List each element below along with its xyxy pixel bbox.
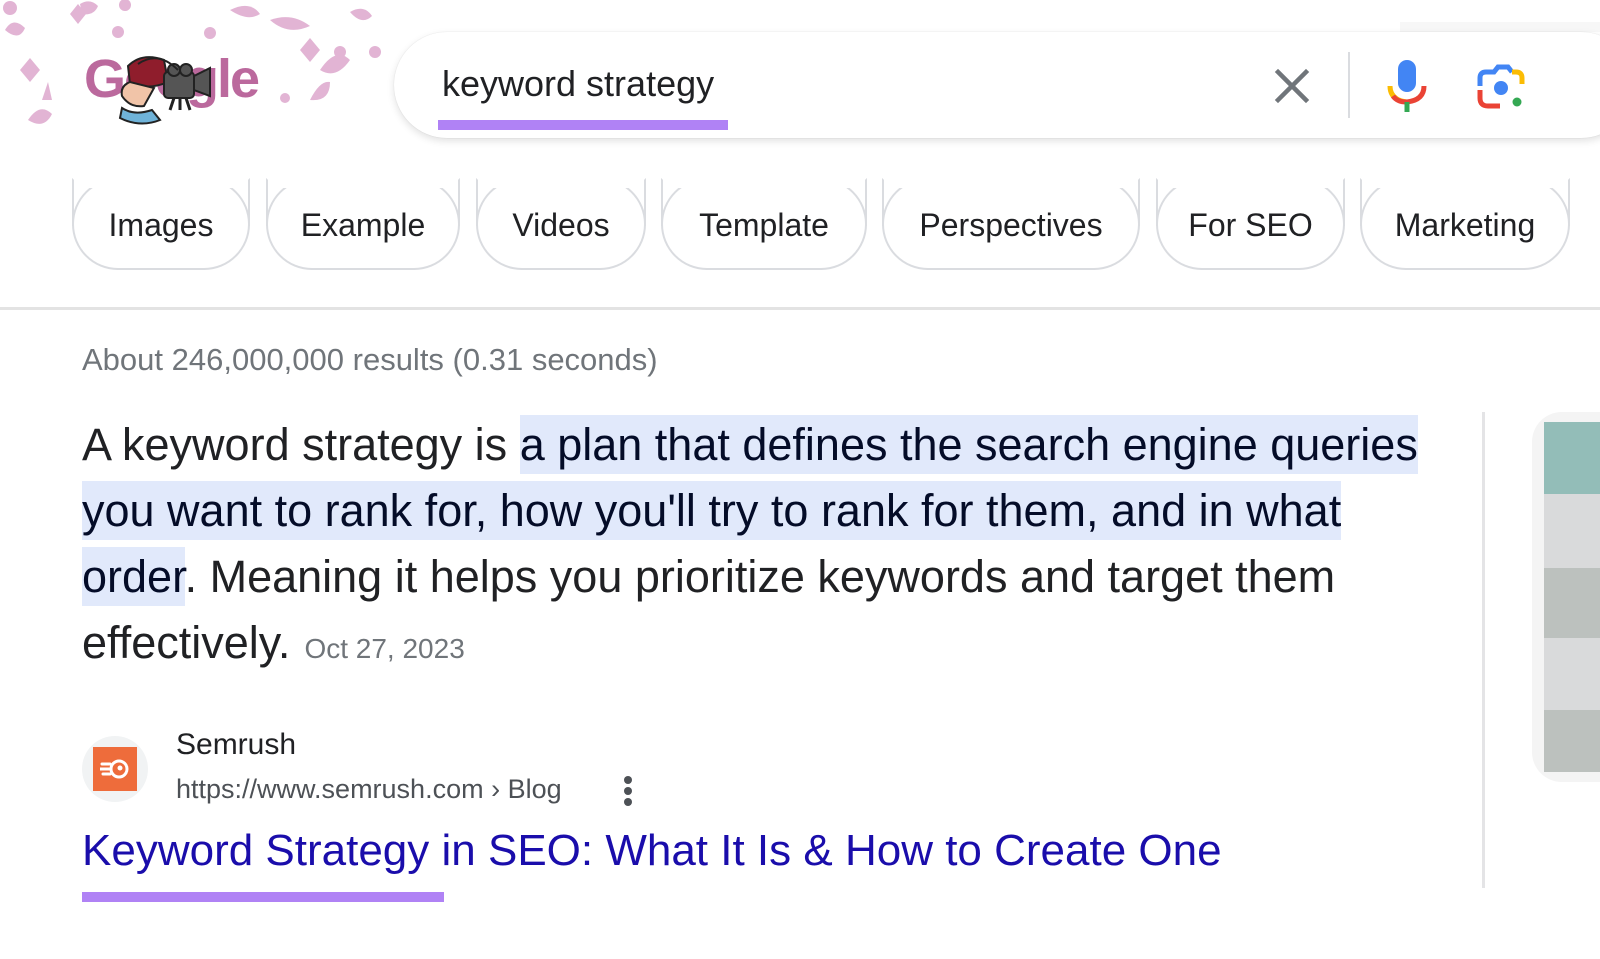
dot-icon — [624, 776, 632, 784]
image-block — [1544, 422, 1600, 494]
chip-for-seo[interactable]: For SEO — [1156, 178, 1345, 270]
chip-images[interactable]: Images — [72, 178, 250, 270]
column-divider — [1482, 412, 1485, 888]
site-url[interactable]: https://www.semrush.com › Blog — [176, 774, 562, 805]
clear-search-button[interactable] — [1268, 62, 1316, 110]
chip-template[interactable]: Template — [661, 178, 867, 270]
dot-icon — [624, 798, 632, 806]
voice-search-button[interactable] — [1384, 58, 1430, 114]
site-favicon — [82, 736, 148, 802]
more-options-button[interactable] — [616, 774, 640, 808]
query-highlight-underline — [438, 120, 728, 130]
google-lens-icon — [1477, 64, 1525, 109]
snippet-text-after: . Meaning it helps you prioritize keywor… — [82, 551, 1336, 668]
lens-search-button[interactable] — [1476, 62, 1526, 112]
result-source: Semrush https://www.semrush.com › Blog — [82, 724, 782, 814]
image-block — [1544, 638, 1600, 710]
search-divider — [1348, 52, 1350, 118]
search-chips: Images Example Videos Template Perspecti… — [72, 178, 1600, 272]
snippet-text-before: A keyword strategy is — [82, 419, 520, 470]
result-title-link[interactable]: Keyword Strategy in SEO: What It Is & Ho… — [82, 826, 1222, 876]
title-highlight-underline — [82, 892, 444, 902]
snippet-date: Oct 27, 2023 — [304, 633, 465, 664]
search-input[interactable] — [442, 60, 1142, 108]
close-icon — [1274, 68, 1310, 104]
chip-videos[interactable]: Videos — [476, 178, 646, 270]
chip-perspectives[interactable]: Perspectives — [882, 178, 1140, 270]
semrush-logo-icon — [93, 747, 137, 791]
search-box — [394, 32, 1600, 138]
snippet-image-panel[interactable] — [1532, 412, 1600, 782]
image-block — [1544, 494, 1600, 568]
microphone-icon — [1387, 60, 1427, 112]
doodle-figure-icon — [118, 56, 211, 125]
header-shade — [1400, 22, 1600, 32]
header-divider — [0, 307, 1600, 310]
image-block — [1544, 710, 1600, 772]
result-stats: About 246,000,000 results (0.31 seconds) — [82, 342, 658, 377]
site-name: Semrush — [176, 728, 297, 761]
featured-snippet: A keyword strategy is a plan that define… — [82, 412, 1452, 682]
image-block — [1544, 568, 1600, 638]
dot-icon — [624, 787, 632, 795]
chip-example[interactable]: Example — [266, 178, 460, 270]
google-doodle-logo[interactable]: Google — [84, 48, 284, 128]
chip-marketing[interactable]: Marketing — [1360, 178, 1570, 270]
